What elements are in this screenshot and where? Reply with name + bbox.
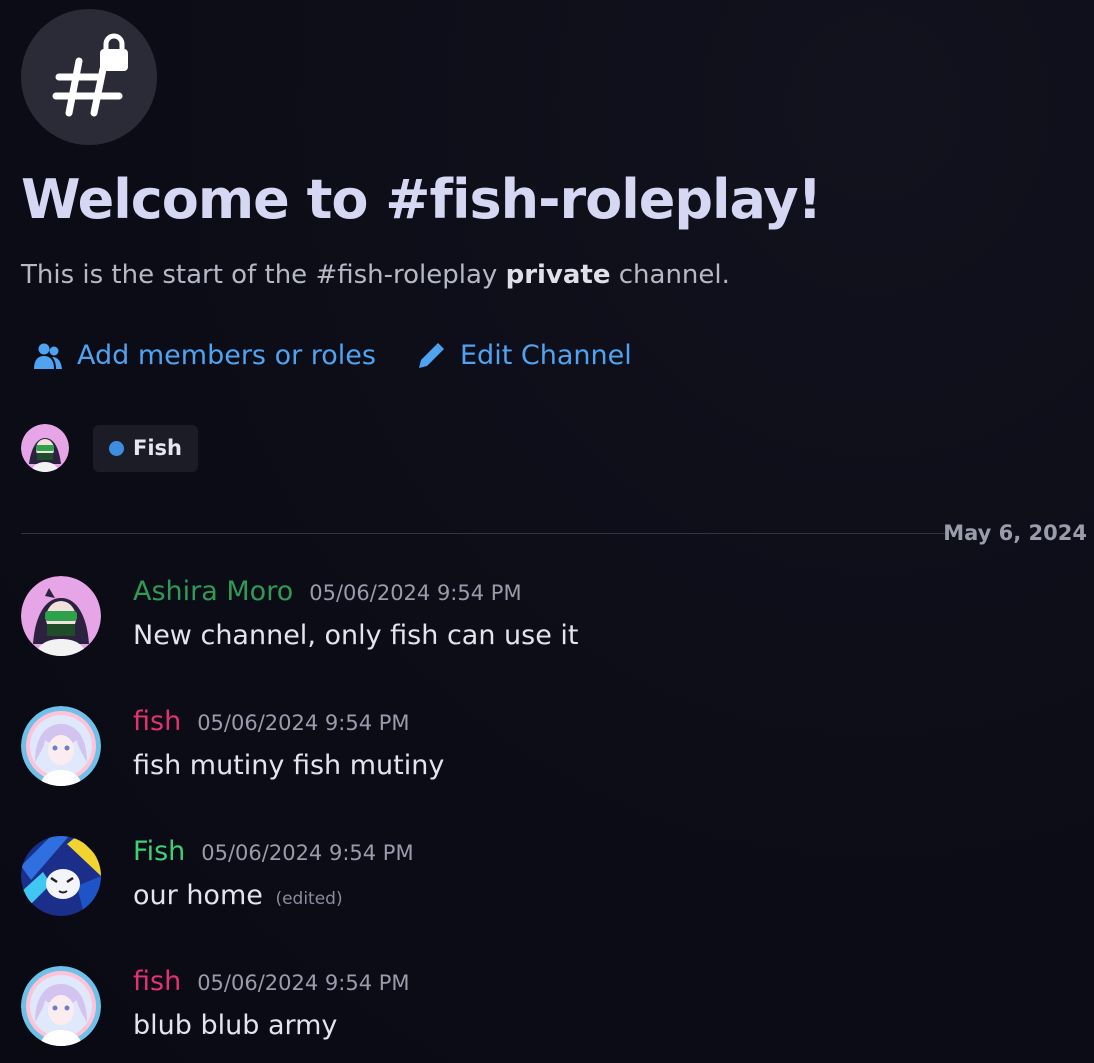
hashtag-lock-icon (52, 33, 128, 117)
add-members-button[interactable]: Add members or roles (33, 340, 376, 371)
message-author[interactable]: Ashira Moro (133, 576, 293, 607)
message-text: our home (133, 880, 263, 911)
pencil-icon (419, 342, 444, 368)
avatar[interactable] (21, 706, 101, 786)
avatar[interactable] (21, 576, 101, 656)
avatar[interactable] (21, 966, 101, 1046)
page-title: Welcome to #fish-roleplay! (21, 168, 822, 231)
message-content: New channel, only fish can use it (133, 620, 579, 651)
message-text: New channel, only fish can use it (133, 620, 579, 651)
message-text: fish mutiny fish mutiny (133, 750, 445, 781)
avatar[interactable] (21, 836, 101, 916)
message-text: blub blub army (133, 1010, 338, 1041)
channel-description-start: This is the start of the #fish-roleplay (21, 260, 506, 290)
message-timestamp: 05/06/2024 9:54 PM (309, 581, 522, 605)
message-author[interactable]: fish (133, 706, 181, 737)
edited-marker: (edited) (275, 889, 343, 909)
role-chip[interactable]: Fish (93, 424, 198, 472)
channel-icon (21, 9, 157, 145)
avatar[interactable] (21, 424, 69, 472)
date-divider: May 6, 2024 (943, 521, 1087, 545)
message-content: our home (edited) (133, 880, 343, 911)
channel-description-private: private (505, 260, 611, 290)
message-timestamp: 05/06/2024 9:54 PM (197, 971, 410, 995)
message-author[interactable]: fish (133, 966, 181, 997)
date-divider-line (21, 533, 949, 534)
channel-members: Fish (21, 424, 198, 472)
add-members-label: Add members or roles (77, 340, 376, 371)
edit-channel-label: Edit Channel (460, 340, 632, 371)
role-color-dot (109, 440, 124, 456)
role-name: Fish (133, 436, 182, 460)
add-members-icon (34, 343, 62, 369)
channel-description: This is the start of the #fish-roleplay … (21, 260, 730, 290)
message-content: fish mutiny fish mutiny (133, 750, 444, 781)
edit-channel-button[interactable]: Edit Channel (416, 340, 632, 371)
channel-description-end: channel. (610, 260, 730, 290)
message-timestamp: 05/06/2024 9:54 PM (197, 711, 410, 735)
message-timestamp: 05/06/2024 9:54 PM (201, 841, 414, 865)
message-author[interactable]: Fish (133, 836, 185, 867)
message-content: blub blub army (133, 1010, 337, 1041)
